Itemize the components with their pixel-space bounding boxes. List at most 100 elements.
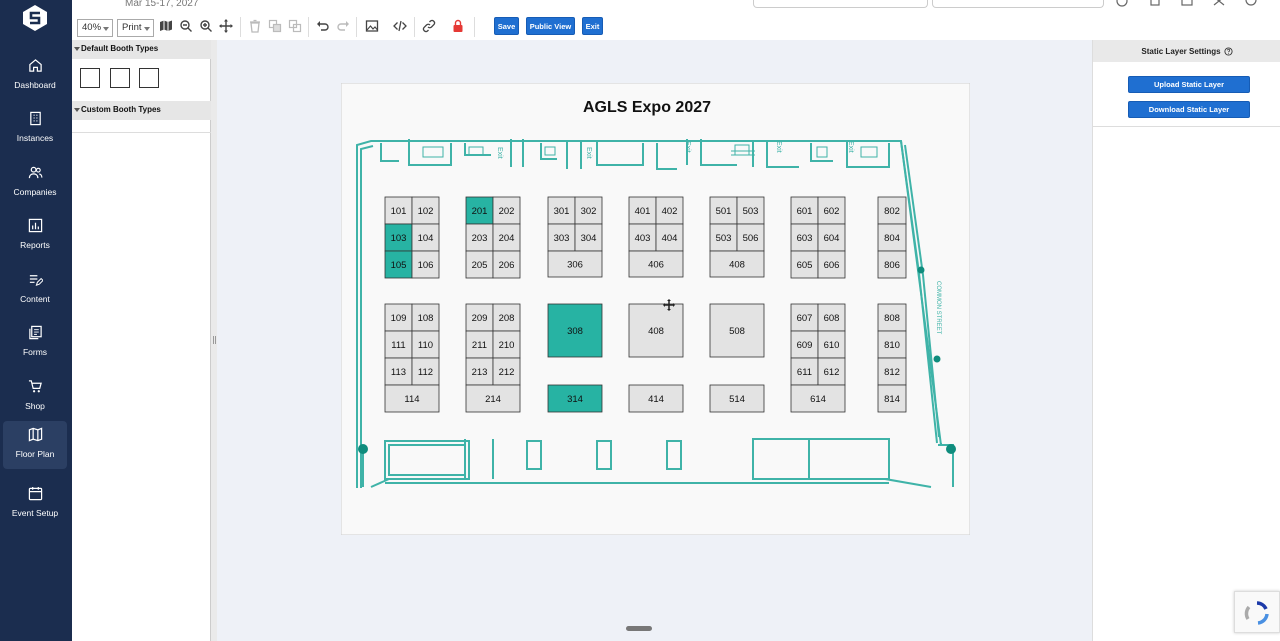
booth-814[interactable]: 814 — [877, 384, 907, 413]
booth-104[interactable]: 104 — [411, 223, 440, 252]
booth-612[interactable]: 612 — [817, 357, 846, 386]
booth-605[interactable]: 605 — [790, 250, 819, 279]
booth-204[interactable]: 204 — [492, 223, 521, 252]
map-view-icon[interactable] — [159, 19, 173, 33]
booth-213[interactable]: 213 — [465, 357, 494, 386]
booth-603[interactable]: 603 — [790, 223, 819, 252]
profile-icon[interactable] — [1244, 0, 1258, 11]
link-icon[interactable] — [422, 19, 436, 33]
booth-802[interactable]: 802 — [877, 196, 907, 225]
booth-111[interactable]: 111 — [384, 330, 413, 359]
custom-booth-types-header[interactable]: Custom Booth Types — [72, 101, 211, 120]
booth-611[interactable]: 611 — [790, 357, 819, 386]
zoom-select[interactable]: 40% — [77, 19, 113, 37]
booth-408[interactable]: 408 — [628, 303, 684, 358]
bottom-scroll-handle[interactable] — [626, 626, 652, 631]
booth-606[interactable]: 606 — [817, 250, 846, 279]
booth-105[interactable]: 105 — [384, 250, 413, 279]
booth-503[interactable]: 503 — [709, 223, 738, 252]
booth-304[interactable]: 304 — [574, 223, 603, 252]
booth-112[interactable]: 112 — [411, 357, 440, 386]
booth-type-swatch[interactable] — [110, 68, 130, 88]
app-logo-icon[interactable] — [21, 4, 49, 32]
redo-icon[interactable] — [336, 19, 350, 33]
zoom-out-icon[interactable] — [179, 19, 193, 33]
booth-503[interactable]: 503 — [736, 196, 765, 225]
move-icon[interactable] — [219, 19, 233, 33]
exit-button[interactable]: Exit — [582, 17, 603, 35]
booth-812[interactable]: 812 — [877, 357, 907, 386]
calendar-small-icon[interactable] — [1180, 0, 1194, 11]
booth-810[interactable]: 810 — [877, 330, 907, 359]
undo-icon[interactable] — [316, 19, 330, 33]
booth-209[interactable]: 209 — [465, 303, 494, 332]
booth-604[interactable]: 604 — [817, 223, 846, 252]
booth-212[interactable]: 212 — [492, 357, 521, 386]
booth-404[interactable]: 404 — [655, 223, 684, 252]
booth-303[interactable]: 303 — [547, 223, 576, 252]
tools-icon[interactable] — [1212, 0, 1226, 11]
booth-113[interactable]: 113 — [384, 357, 413, 386]
upload-static-layer-button[interactable]: Upload Static Layer — [1128, 76, 1250, 93]
document-icon[interactable] — [1148, 0, 1162, 11]
save-button[interactable]: Save — [494, 17, 519, 35]
sidebar-item-floor-plan[interactable]: Floor Plan — [3, 421, 67, 469]
booth-114[interactable]: 114 — [384, 384, 440, 413]
zoom-in-icon[interactable] — [199, 19, 213, 33]
booth-210[interactable]: 210 — [492, 330, 521, 359]
booth-308[interactable]: 308 — [547, 303, 603, 358]
booth-302[interactable]: 302 — [574, 196, 603, 225]
booth-808[interactable]: 808 — [877, 303, 907, 332]
booth-106[interactable]: 106 — [411, 250, 440, 279]
booth-103[interactable]: 103 — [384, 223, 413, 252]
booth-501[interactable]: 501 — [709, 196, 738, 225]
booth-602[interactable]: 602 — [817, 196, 846, 225]
booth-type-swatch[interactable] — [139, 68, 159, 88]
booth-301[interactable]: 301 — [547, 196, 576, 225]
recaptcha-badge[interactable] — [1234, 591, 1280, 633]
help-icon[interactable] — [1115, 0, 1129, 11]
download-static-layer-button[interactable]: Download Static Layer — [1128, 101, 1250, 118]
booth-402[interactable]: 402 — [655, 196, 684, 225]
booth-806[interactable]: 806 — [877, 250, 907, 279]
help-circle-icon[interactable] — [1224, 46, 1233, 56]
booth-102[interactable]: 102 — [411, 196, 440, 225]
public-view-button[interactable]: Public View — [526, 17, 575, 35]
lock-icon[interactable] — [451, 19, 465, 33]
delete-icon[interactable] — [248, 19, 262, 33]
booth-205[interactable]: 205 — [465, 250, 494, 279]
booth-804[interactable]: 804 — [877, 223, 907, 252]
code-icon[interactable] — [393, 19, 407, 33]
booth-403[interactable]: 403 — [628, 223, 657, 252]
sidebar-item-event-setup[interactable]: Event Setup — [3, 480, 67, 528]
booth-109[interactable]: 109 — [384, 303, 413, 332]
booth-type-swatch[interactable] — [80, 68, 100, 88]
booth-506[interactable]: 506 — [736, 223, 765, 252]
sidebar-item-forms[interactable]: Forms — [3, 319, 67, 367]
sidebar-item-dashboard[interactable]: Dashboard — [3, 52, 67, 100]
floor-plan-canvas[interactable]: AGLS Expo 2027 Exit Exit Exit Exit Exit … — [341, 83, 970, 535]
booth-406[interactable]: 406 — [628, 250, 684, 278]
sidebar-item-instances[interactable]: Instances — [3, 105, 67, 153]
top-search-field[interactable] — [753, 0, 928, 8]
booth-108[interactable]: 108 — [411, 303, 440, 332]
sidebar-item-companies[interactable]: Companies — [3, 159, 67, 207]
sidebar-item-reports[interactable]: Reports — [3, 212, 67, 260]
booth-608[interactable]: 608 — [817, 303, 846, 332]
booth-206[interactable]: 206 — [492, 250, 521, 279]
default-booth-types-header[interactable]: Default Booth Types — [72, 40, 211, 59]
print-select[interactable]: Print — [117, 19, 154, 37]
booth-601[interactable]: 601 — [790, 196, 819, 225]
booth-306[interactable]: 306 — [547, 250, 603, 278]
duplicate-icon[interactable] — [268, 19, 282, 33]
booth-514[interactable]: 514 — [709, 384, 765, 413]
booth-401[interactable]: 401 — [628, 196, 657, 225]
booth-203[interactable]: 203 — [465, 223, 494, 252]
booth-610[interactable]: 610 — [817, 330, 846, 359]
top-select-field[interactable] — [932, 0, 1104, 8]
booth-408[interactable]: 408 — [709, 250, 765, 278]
image-icon[interactable] — [365, 19, 379, 33]
booth-110[interactable]: 110 — [411, 330, 440, 359]
booth-101[interactable]: 101 — [384, 196, 413, 225]
sidebar-item-content[interactable]: Content — [3, 266, 67, 314]
